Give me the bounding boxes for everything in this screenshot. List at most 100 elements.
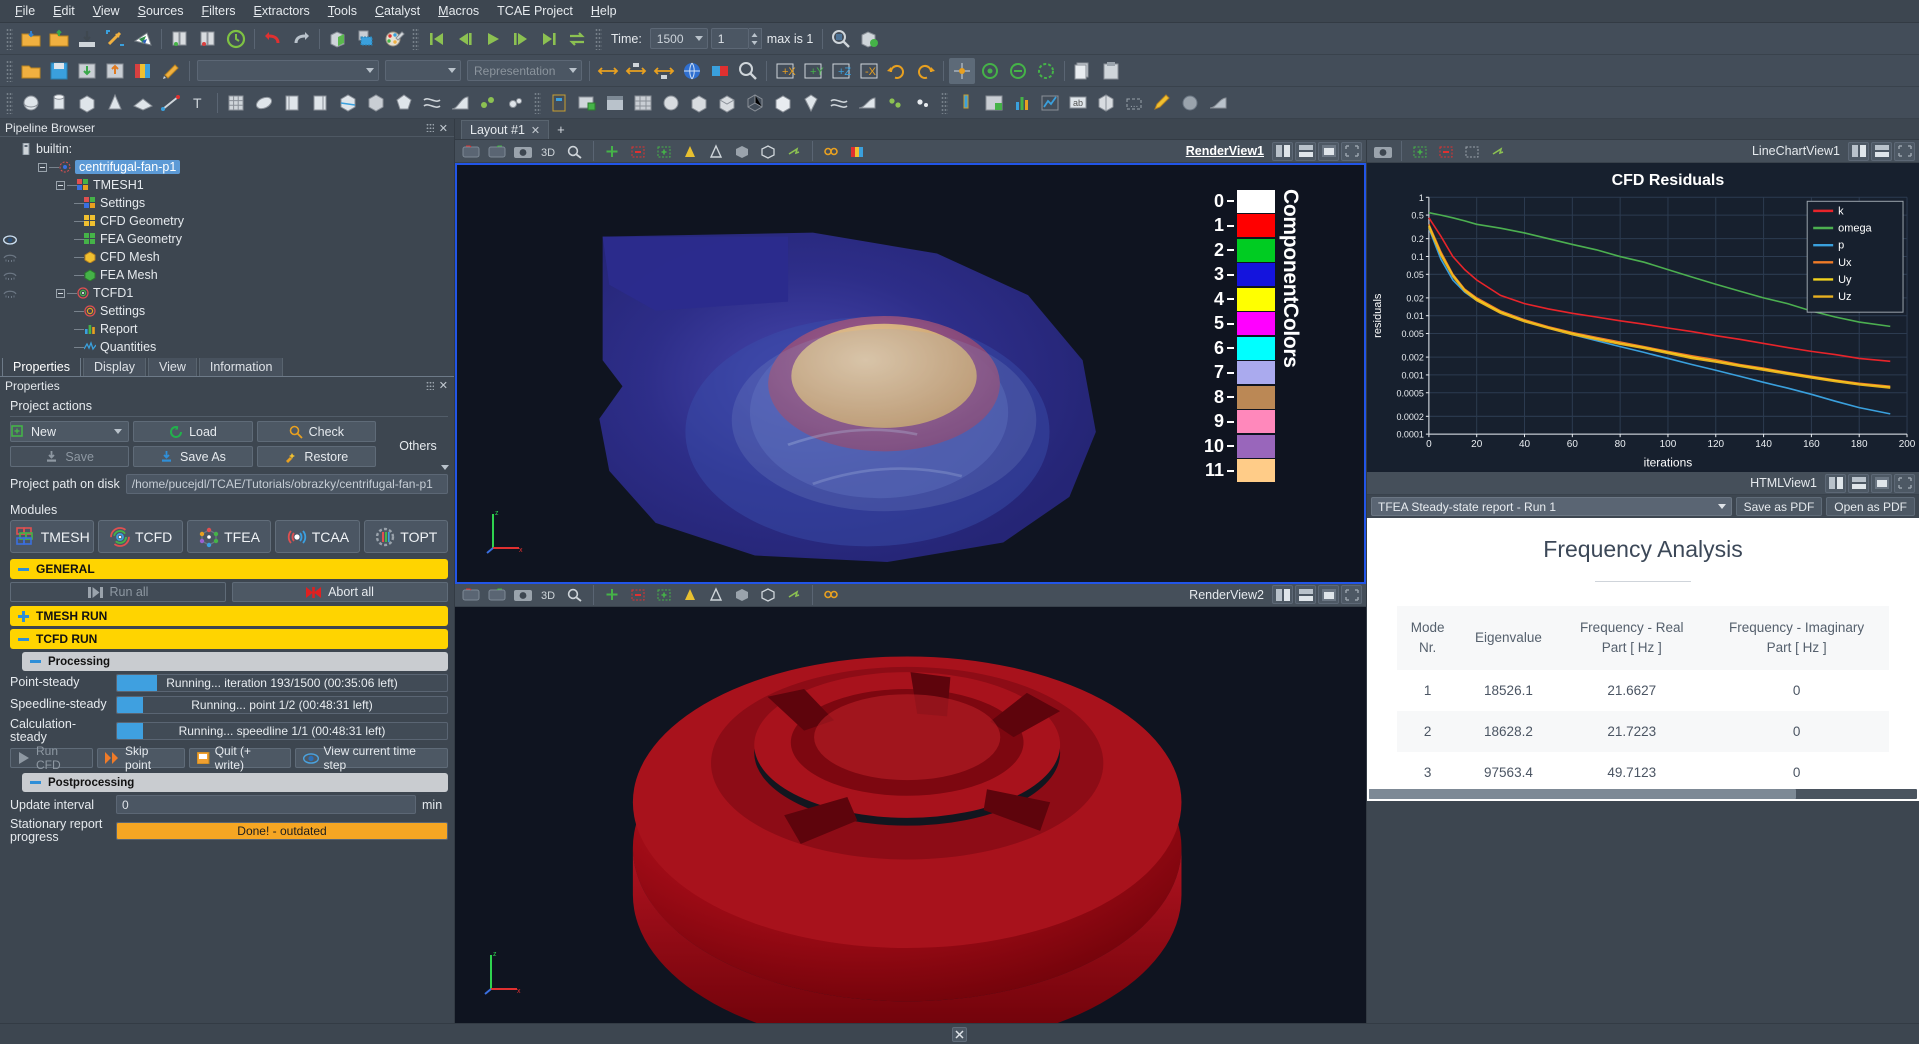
plane-source-icon[interactable] bbox=[130, 90, 156, 116]
particles-white-icon[interactable] bbox=[910, 90, 936, 116]
menu-item-catalyst[interactable]: Catalyst bbox=[366, 2, 429, 20]
cube-glyph-icon-2[interactable] bbox=[730, 585, 754, 605]
magnify-icon-2[interactable] bbox=[563, 585, 587, 605]
save-project-icon[interactable] bbox=[46, 58, 72, 84]
extract-block-icon[interactable]: ... bbox=[1121, 90, 1147, 116]
cone-source-icon[interactable] bbox=[102, 90, 128, 116]
menu-item-view[interactable]: View bbox=[84, 2, 129, 20]
tmesh-module-icon[interactable] bbox=[574, 90, 600, 116]
array-combo[interactable] bbox=[197, 60, 379, 81]
slice-icon[interactable] bbox=[335, 90, 361, 116]
toggle-3d-icon[interactable]: 3D bbox=[537, 141, 561, 161]
chart-close-button[interactable] bbox=[1894, 141, 1915, 161]
cone-glyph-icon[interactable] bbox=[678, 141, 702, 161]
toolbar-grip[interactable] bbox=[6, 27, 13, 50]
link-views-icon-2[interactable] bbox=[819, 585, 843, 605]
cube2-icon-2[interactable] bbox=[756, 585, 780, 605]
rotate-90-icon[interactable] bbox=[884, 58, 910, 84]
restore-button[interactable]: Restore bbox=[256, 446, 376, 467]
html-maximize-button[interactable] bbox=[1871, 473, 1892, 493]
split-horizontal-button[interactable] bbox=[1272, 141, 1293, 161]
rubber-band-zoom-icon[interactable] bbox=[1033, 58, 1059, 84]
pipeline-browser[interactable]: builtin: centrifugal-fan-p1 TMESH1 Settings… bbox=[0, 136, 454, 358]
first-frame-icon[interactable] bbox=[424, 26, 450, 52]
chart-camera-icon[interactable] bbox=[1371, 141, 1395, 161]
expand-toggle[interactable] bbox=[38, 162, 47, 172]
menu-item-edit[interactable]: Edit bbox=[44, 2, 84, 20]
chevron-down-icon[interactable] bbox=[441, 465, 449, 470]
arrow-glyph-icon-2[interactable] bbox=[782, 585, 806, 605]
bar-chart-icon[interactable] bbox=[1009, 90, 1035, 116]
add-box-icon-2[interactable] bbox=[652, 585, 676, 605]
pipeline-item-cfd-mesh[interactable]: CFD Mesh bbox=[20, 248, 454, 266]
open-project-icon[interactable] bbox=[18, 58, 44, 84]
clip-icon[interactable] bbox=[307, 90, 333, 116]
add-box-icon[interactable] bbox=[652, 141, 676, 161]
toolbar-grip-6[interactable] bbox=[534, 91, 541, 114]
undo-icon[interactable] bbox=[260, 26, 286, 52]
abort-all-button[interactable]: Abort all bbox=[232, 582, 448, 602]
warp-icon[interactable] bbox=[475, 90, 501, 116]
camera-redo-icon[interactable] bbox=[485, 141, 509, 161]
loop-icon[interactable] bbox=[564, 26, 590, 52]
chart-remove-icon[interactable] bbox=[1434, 141, 1458, 161]
tab-properties[interactable]: Properties bbox=[2, 357, 81, 376]
expand-toggle[interactable] bbox=[56, 180, 65, 190]
link-camera-icon[interactable] bbox=[856, 26, 882, 52]
pipeline-item-quantities[interactable]: Quantities bbox=[20, 338, 454, 356]
ramp-icon[interactable] bbox=[854, 90, 880, 116]
visibility-toggle[interactable] bbox=[0, 231, 20, 249]
visibility-toggle[interactable] bbox=[0, 249, 20, 267]
pipeline-item-report[interactable]: Report bbox=[20, 320, 454, 338]
redo-icon[interactable] bbox=[288, 26, 314, 52]
representation-combo[interactable]: Representation bbox=[467, 60, 582, 81]
check-button[interactable]: Check bbox=[256, 421, 376, 442]
quit-write--button[interactable]: Quit (+ write) bbox=[188, 744, 291, 772]
rescale-visible-icon[interactable] bbox=[651, 58, 677, 84]
edit-pencil-icon[interactable] bbox=[1149, 90, 1175, 116]
section-postprocessing[interactable]: Postprocessing bbox=[22, 773, 448, 793]
recent-files-icon[interactable] bbox=[46, 26, 72, 52]
camera-undo-icon-2[interactable] bbox=[459, 585, 483, 605]
menu-item-extractors[interactable]: Extractors bbox=[245, 2, 319, 20]
save-as-button[interactable]: Save As bbox=[133, 446, 253, 467]
module-tcaa-button[interactable]: TCAA bbox=[275, 520, 360, 553]
cube-glyph-icon[interactable] bbox=[730, 141, 754, 161]
connect-server-icon[interactable] bbox=[167, 26, 193, 52]
previous-frame-icon[interactable] bbox=[452, 26, 478, 52]
view-neg-x-icon[interactable]: -X bbox=[856, 58, 882, 84]
line-chart-icon[interactable] bbox=[1037, 90, 1063, 116]
close-icon[interactable]: ✕ bbox=[439, 122, 448, 135]
project-path-field[interactable]: /home/pucejdl/TCAE/Tutorials/obrazky/cen… bbox=[125, 474, 448, 494]
triangle-icon-2[interactable] bbox=[704, 585, 728, 605]
sphere-source-icon[interactable] bbox=[18, 90, 44, 116]
group-datasets-icon[interactable] bbox=[503, 90, 529, 116]
chart-split-h-button[interactable] bbox=[1848, 141, 1869, 161]
others-button[interactable]: Others bbox=[382, 421, 454, 471]
cube2-icon[interactable] bbox=[756, 141, 780, 161]
time-combo[interactable]: 1500 bbox=[649, 28, 708, 49]
sphere-ico[interactable] bbox=[658, 90, 684, 116]
frame-spin-arrows[interactable] bbox=[748, 28, 762, 49]
mesh-cells-icon[interactable] bbox=[630, 90, 656, 116]
pipeline-item-settings[interactable]: Settings bbox=[20, 302, 454, 320]
pipeline-item-tcfd1[interactable]: TCFD1 bbox=[20, 284, 454, 302]
play-icon[interactable] bbox=[480, 26, 506, 52]
pipeline-item-builtin-[interactable]: builtin: bbox=[20, 140, 454, 158]
pipeline-item-fea-geometry[interactable]: FEA Geometry bbox=[20, 230, 454, 248]
visibility-toggle[interactable] bbox=[0, 267, 20, 285]
update-interval-input[interactable]: 0 bbox=[116, 795, 416, 815]
pipeline-item-fea-mesh[interactable]: FEA Mesh bbox=[20, 266, 454, 284]
section-tmesh-run[interactable]: TMESH RUN bbox=[10, 606, 448, 626]
screenshot-icon-2[interactable] bbox=[511, 585, 535, 605]
renderview1-title[interactable]: RenderView1 bbox=[1186, 144, 1264, 158]
reset-timer-icon[interactable] bbox=[223, 26, 249, 52]
pipeline-item-cfd-geometry[interactable]: CFD Geometry bbox=[20, 212, 454, 230]
line-source-icon[interactable] bbox=[158, 90, 184, 116]
save-as-pdf-button[interactable]: Save as PDF bbox=[1735, 497, 1823, 517]
color-map-editor-icon[interactable] bbox=[130, 58, 156, 84]
maximize-button-2[interactable] bbox=[1318, 585, 1339, 604]
toolbar-grip-7[interactable] bbox=[941, 91, 948, 114]
chart-add-icon[interactable] bbox=[1408, 141, 1432, 161]
contour-icon[interactable] bbox=[279, 90, 305, 116]
